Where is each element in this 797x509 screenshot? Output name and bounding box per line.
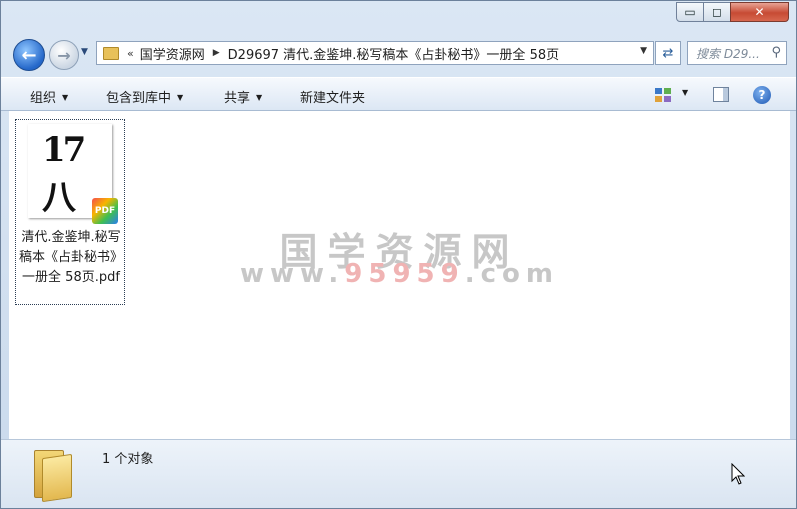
breadcrumb-separator-icon[interactable]: ▶	[213, 48, 220, 58]
address-prefix[interactable]: «	[127, 47, 134, 60]
file-list-pane[interactable]: 国学资源网 www.95959.com 17八 PDF 清代.金鉴坤.秘写稿本《…	[9, 111, 790, 439]
item-count: 1 个对象	[102, 452, 154, 467]
watermark-url: www.95959.com	[240, 259, 559, 289]
back-button[interactable]: ←	[13, 39, 45, 71]
help-icon[interactable]: ?	[753, 86, 771, 104]
forward-arrow-icon: →	[57, 45, 71, 65]
maximize-button[interactable]: ◻	[703, 2, 731, 22]
caret-down-icon: ▼	[177, 93, 184, 102]
mouse-cursor-icon	[731, 463, 745, 485]
preview-pane-icon[interactable]	[713, 87, 729, 102]
pdf-file-icon: PDF	[92, 198, 118, 224]
share-menu[interactable]: 共享 ▼	[224, 87, 262, 106]
file-item-pdf[interactable]: 17八 PDF 清代.金鉴坤.秘写稿本《占卦秘书》一册全 58页.pdf	[15, 119, 125, 305]
chevron-down-icon: ▼	[81, 47, 88, 57]
organize-menu[interactable]: 组织 ▼	[30, 87, 68, 106]
forward-button[interactable]: →	[49, 40, 79, 70]
view-options-chevron-icon[interactable]: ▼	[682, 88, 688, 97]
navigation-bar: ← → ▼ « 国学资源网 ▶ D29697 清代.金鉴坤.秘写稿本《占卦秘书》…	[1, 37, 796, 71]
folder-icon	[34, 450, 72, 503]
search-icon[interactable]: ⚲	[771, 45, 781, 60]
back-arrow-icon: ←	[21, 44, 37, 66]
command-bar: 组织 ▼ 包含到库中 ▼ 共享 ▼ 新建文件夹 ▼ ?	[1, 77, 796, 111]
breadcrumb-current[interactable]: D29697 清代.金鉴坤.秘写稿本《占卦秘书》一册全 58页	[228, 44, 559, 63]
minimize-button[interactable]: ▭	[676, 2, 704, 22]
details-pane: 1 个对象	[1, 439, 796, 508]
refresh-button[interactable]: ⇄	[655, 41, 681, 65]
address-bar[interactable]: « 国学资源网 ▶ D29697 清代.金鉴坤.秘写稿本《占卦秘书》一册全 58…	[96, 41, 654, 65]
title-bar: ▭ ◻ ✕	[1, 1, 796, 31]
folder-icon	[103, 46, 119, 60]
explorer-window: ▭ ◻ ✕ ← → ▼ « 国学资源网 ▶ D29697 清代.金鉴坤.秘写稿本…	[0, 0, 797, 509]
include-in-library-menu[interactable]: 包含到库中 ▼	[106, 87, 183, 106]
refresh-icon: ⇄	[662, 45, 674, 61]
file-name-label[interactable]: 清代.金鉴坤.秘写稿本《占卦秘书》一册全 58页.pdf	[16, 228, 126, 288]
new-folder-button[interactable]: 新建文件夹	[300, 87, 365, 106]
change-view-icon[interactable]	[655, 88, 671, 102]
breadcrumb-root[interactable]: 国学资源网	[140, 44, 205, 63]
recent-pages-button[interactable]: ▼	[81, 47, 93, 59]
search-placeholder: 搜索 D29...	[696, 46, 760, 61]
caret-down-icon: ▼	[256, 93, 263, 102]
close-button[interactable]: ✕	[730, 2, 789, 22]
search-input[interactable]: 搜索 D29... ⚲	[687, 41, 787, 65]
caret-down-icon: ▼	[62, 93, 69, 102]
address-dropdown-icon[interactable]: ▼	[640, 46, 647, 56]
